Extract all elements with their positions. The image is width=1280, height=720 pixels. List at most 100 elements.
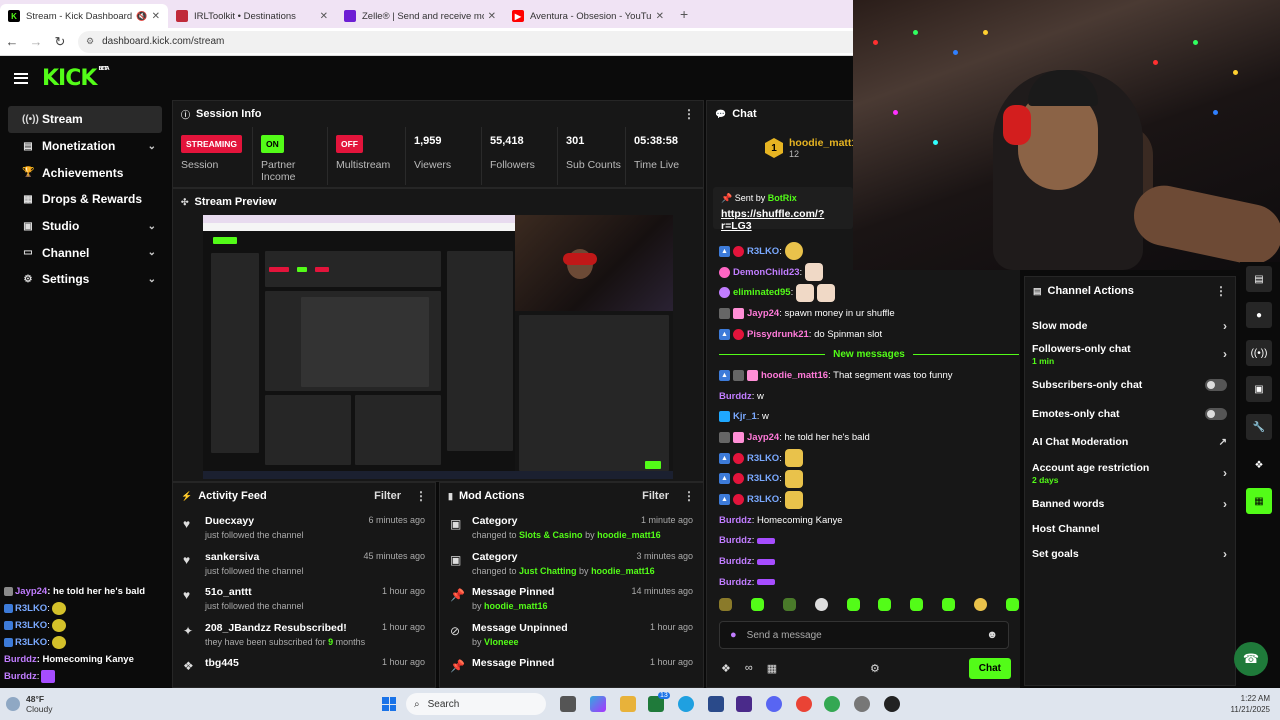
back-button[interactable]: ← [0,34,24,49]
sidebar-item-drops[interactable]: ▦ Drops & Rewards [8,186,162,213]
chat-input[interactable]: ● Send a message ☻ [719,621,1009,649]
account-age-row[interactable]: Account age restriction 2 days › [1025,456,1235,490]
gifter-name[interactable]: hoodie_matt16 [789,137,863,149]
activity-title[interactable]: 51o_anttt [205,586,304,598]
chat-username[interactable]: Jayp24 [747,308,779,319]
sidebar-item-achievements[interactable]: 🏆 Achievements [8,159,162,186]
subscribers-only-toggle[interactable] [1205,379,1227,391]
user-link[interactable]: Vloneee [484,637,519,647]
chat-username[interactable]: DemonChild23 [733,267,800,278]
chrome-profile-icon[interactable] [824,696,840,712]
store-icon[interactable]: ▦ [767,662,777,675]
bot-name[interactable]: BotRix [768,193,797,203]
stream-preview-video[interactable] [203,215,673,479]
chat-username[interactable]: Burddz [719,577,752,588]
emote-button[interactable] [1005,597,1019,611]
more-options-icon[interactable]: ⋮ [415,489,427,503]
copilot-icon[interactable] [590,696,606,712]
chat-username[interactable]: R3LKO [747,494,779,505]
microphone-icon[interactable]: ● [730,629,737,641]
sidebar-item-channel[interactable]: ▭ Channel ⌄ [8,239,162,266]
sidebar-item-settings[interactable]: ⚙ Settings ⌄ [8,266,162,293]
activity-title[interactable]: Duecxayy [205,515,304,527]
filter-button[interactable]: Filter [374,490,401,502]
emote-button[interactable] [942,597,956,611]
chat-username[interactable]: R3LKO [747,453,779,464]
more-options-icon[interactable]: ⋮ [683,489,695,503]
store-icon[interactable] [708,696,724,712]
browser-tab-kick[interactable]: K Stream - Kick Dashboard 🔇 ✕ [0,4,168,28]
emote-button[interactable] [974,597,987,611]
sidebar-item-monetization[interactable]: ▤ Monetization ⌄ [8,133,162,160]
gear-icon[interactable]: ⚙ [870,662,880,675]
browser-tab-irltoolkit[interactable]: IRLToolkit • Destinations ✕ [168,4,336,28]
close-tab-icon[interactable]: ✕ [152,11,160,22]
kick-logo[interactable]: KICK BETA [42,66,110,91]
category-link[interactable]: Slots & Casino [519,530,583,540]
followers-only-row[interactable]: Followers-only chat 1 min › [1025,338,1235,370]
puzzle-icon[interactable]: ▦ [1246,488,1272,514]
browser-tab-zelle[interactable]: Zelle® | Send and receive mone ✕ [336,4,504,28]
emote-button[interactable] [846,597,860,611]
chat-username[interactable]: eliminated95 [733,287,791,298]
system-clock[interactable]: 1:22 AM 11/21/2025 [1231,693,1270,715]
emotes-only-toggle[interactable] [1205,408,1227,420]
weather-widget[interactable]: 48°F Cloudy [6,694,52,714]
close-tab-icon[interactable]: ✕ [488,11,496,22]
pinned-message[interactable]: 📌 Sent by BotRix https://shuffle.com/?r=… [713,187,853,232]
send-chat-button[interactable]: Chat [968,657,1011,679]
chat-username[interactable]: Pissydrunk21 [747,329,809,340]
emote-button[interactable] [782,597,796,611]
new-tab-button[interactable]: + [680,6,688,22]
chat-username[interactable]: Jayp24 [747,432,779,443]
chat-username[interactable]: R3LKO [747,473,779,484]
settings-icon[interactable] [854,696,870,712]
emote-button[interactable] [814,597,828,611]
banned-words-row[interactable]: Banned words › [1025,490,1235,518]
more-options-icon[interactable]: ⋮ [1215,284,1227,298]
mute-icon[interactable]: 🔇 [136,11,147,22]
taskbar-search[interactable]: ⌕ Search [406,693,546,715]
close-tab-icon[interactable]: ✕ [656,11,664,22]
ai-moderation-row[interactable]: AI Chat Moderation ↗ [1025,428,1235,456]
kick-icon[interactable]: ❖ [1246,452,1272,478]
site-info-icon[interactable]: ⚙ [86,36,94,47]
support-icon[interactable]: ☎ [1234,642,1268,676]
emote-button[interactable] [878,597,892,611]
app-icon[interactable] [736,696,752,712]
activity-title[interactable]: 208_JBandzz Resubscribed! [205,622,365,634]
more-options-icon[interactable]: ⋮ [683,107,695,121]
chat-username[interactable]: Kjr_1 [733,411,757,422]
chat-username[interactable]: Burddz [719,515,752,526]
chat-bubble-icon[interactable]: ● [1246,302,1272,328]
obs-icon[interactable] [884,696,900,712]
chat-username[interactable]: hoodie_matt16 [761,370,828,381]
host-channel-row[interactable]: Host Channel [1025,518,1235,540]
emote-button[interactable] [750,597,764,611]
pinned-link[interactable]: https://shuffle.com/?r=LG3 [721,208,845,232]
reload-button[interactable]: ↻ [48,34,72,50]
task-view-icon[interactable] [560,696,576,712]
emote-button[interactable] [910,597,924,611]
chat-username[interactable]: R3LKO [747,246,779,257]
set-goals-row[interactable]: Set goals › [1025,540,1235,568]
browser-tab-youtube[interactable]: ▶ Aventura - Obsesion - YouTu ✕ [504,4,672,28]
chat-username[interactable]: Burddz [719,391,752,402]
emote-button[interactable] [719,597,732,611]
edge-icon[interactable] [678,696,694,712]
sidebar-item-studio[interactable]: ▣ Studio ⌄ [8,213,162,240]
activity-title[interactable]: sankersiva [205,551,304,563]
chat-username[interactable]: Burddz [719,556,752,567]
category-link[interactable]: Just Chatting [519,566,577,576]
discord-icon[interactable] [766,696,782,712]
notes-icon[interactable]: ▤ [1246,266,1272,292]
filter-button[interactable]: Filter [642,490,669,502]
slow-mode-row[interactable]: Slow mode › [1025,313,1235,338]
activity-title[interactable]: tbg445 [205,657,239,669]
emoji-icon[interactable]: ☻ [986,629,998,641]
close-tab-icon[interactable]: ✕ [320,11,328,22]
chat-username[interactable]: Burddz [719,535,752,546]
infinity-icon[interactable]: ∞ [745,662,753,674]
broadcast-icon[interactable]: ((•)) [1246,340,1272,366]
wrench-icon[interactable]: 🔧 [1246,414,1272,440]
